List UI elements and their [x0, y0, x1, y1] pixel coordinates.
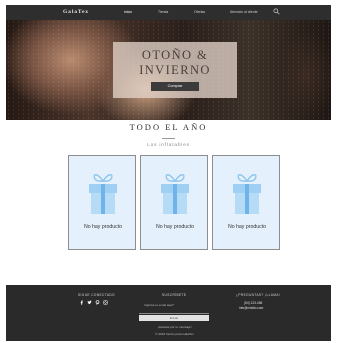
search-icon[interactable]	[273, 8, 280, 15]
facebook-icon[interactable]	[79, 300, 84, 305]
gift-icon	[89, 174, 117, 214]
gift-icon	[161, 174, 189, 214]
product-label: No hay producto	[155, 224, 195, 230]
section-subtitle: Los inflatables	[147, 143, 190, 148]
section-divider	[162, 138, 175, 139]
shop-button[interactable]: Comprar	[151, 82, 199, 91]
top-nav-bar: GalaTex Inicio Tienda Ofertas Atención a…	[6, 5, 331, 20]
newsletter-heading: SUSCRÍBETE	[162, 293, 187, 297]
product-card[interactable]: No hay producto	[68, 155, 136, 250]
site-logo[interactable]: GalaTex	[63, 9, 89, 15]
hero-title-line1: OTOÑO &	[141, 48, 209, 62]
contact-phone: (54) 123-456	[244, 301, 263, 305]
product-card[interactable]: No hay producto	[212, 155, 280, 250]
gift-icon	[233, 174, 261, 214]
thanks-message: ¡Gracias por tu mensaje!	[157, 325, 192, 329]
copyright-text: © 2023 hecho para GalaTex	[155, 332, 194, 336]
hero-title-line2: INVIERNO	[139, 63, 211, 77]
twitter-icon[interactable]	[87, 300, 92, 305]
product-card[interactable]: No hay producto	[140, 155, 208, 250]
nav-item-inicio[interactable]: Inicio	[124, 10, 132, 14]
pinterest-icon[interactable]	[95, 300, 100, 305]
social-heading: SIGUE CONECTADO	[78, 293, 115, 297]
hero-banner: OTOÑO & INVIERNO Comprar	[6, 20, 331, 120]
contact-heading: ¿PREGUNTAS? ¡LLAMA!	[236, 293, 281, 297]
submit-button[interactable]: Enviar	[139, 315, 209, 321]
instagram-icon[interactable]	[103, 300, 108, 305]
hero-panel: OTOÑO & INVIERNO Comprar	[113, 42, 237, 98]
section-title: TODO EL AÑO	[129, 122, 208, 132]
email-field-label: Ingresa tu email aquí*	[144, 303, 175, 307]
nav-item-ofertas[interactable]: Ofertas	[194, 10, 205, 14]
product-label: No hay producto	[227, 224, 267, 230]
product-label: No hay producto	[83, 224, 123, 230]
email-field[interactable]	[139, 309, 209, 314]
nav-item-tienda[interactable]: Tienda	[158, 10, 168, 14]
page: GalaTex Inicio Tienda Ofertas Atención a…	[6, 5, 331, 341]
contact-email[interactable]: info@misitio.com	[239, 306, 263, 310]
nav-item-atencion[interactable]: Atención al cliente	[230, 10, 258, 14]
footer: SIGUE CONECTADO SUSCRÍBETE ¿PREGUNTAS? ¡…	[6, 285, 331, 341]
